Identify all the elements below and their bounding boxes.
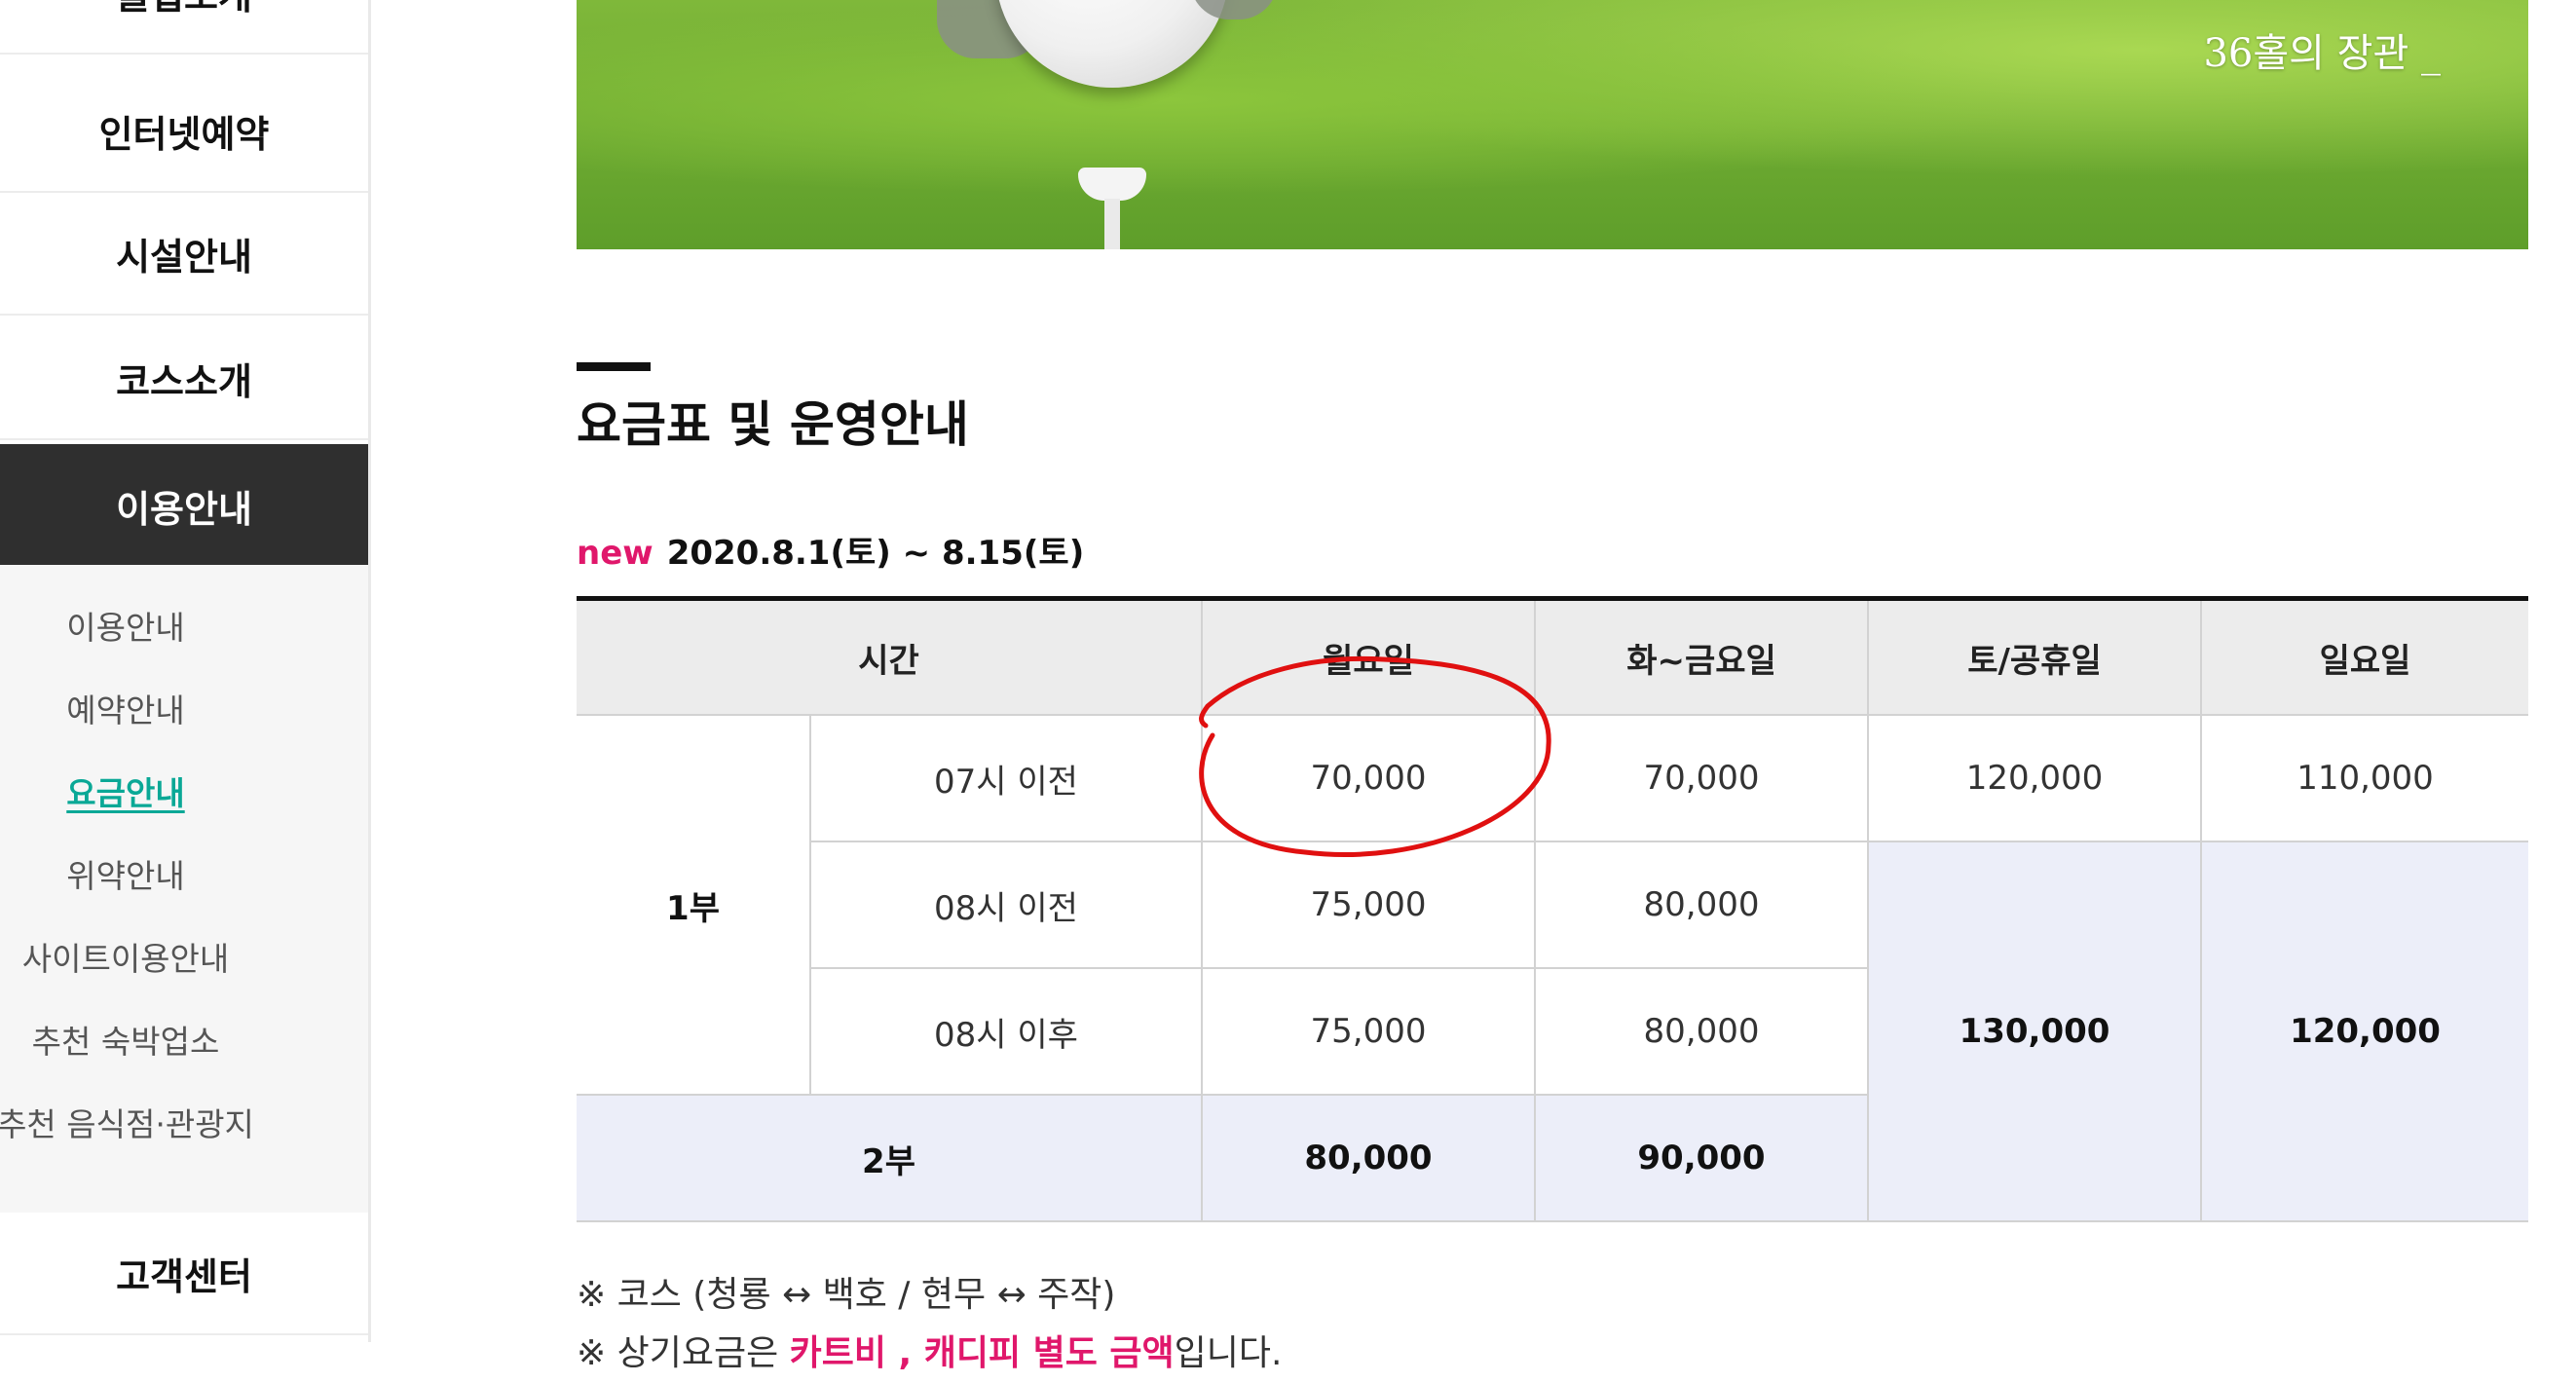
table-row: 08시 이전 75,000 80,000 130,000 120,000 bbox=[577, 841, 2528, 1222]
submenu-reservation-guide[interactable]: 예약안내 bbox=[0, 679, 251, 737]
note-prefix: ※ 상기요금은 bbox=[577, 1333, 790, 1373]
header-tue-fri: 화~금요일 bbox=[1534, 598, 1869, 716]
part1-label: 1부 bbox=[577, 714, 811, 1096]
tee-stem bbox=[1104, 199, 1120, 249]
banner-tagline: 36홀의 장관 _ bbox=[2203, 31, 2441, 76]
note-extra-fees: ※ 상기요금은 카트비 , 캐디피 별도 금액입니다. bbox=[577, 1325, 1282, 1383]
sidebar: 클럽소개 인터넷예약 시설안내 코스소개 이용안내 이용안내 예약안내 요금안내… bbox=[0, 0, 368, 1342]
sidebar-divider bbox=[368, 0, 371, 1342]
fee-cell: 80,000 bbox=[1534, 841, 1869, 969]
submenu-recommended-restaurants[interactable]: 추천 음식점·관광지 bbox=[0, 1093, 254, 1151]
fee-table: 시간 월요일 화~금요일 토/공휴일 일요일 1부 07시 이전 70,000 … bbox=[577, 596, 2528, 1222]
note-course: ※ 코스 (청룡 ↔ 백호 / 현무 ↔ 주작) bbox=[577, 1275, 1116, 1315]
fee-cell: 75,000 bbox=[1201, 967, 1536, 1096]
note-suffix: 입니다. bbox=[1174, 1333, 1283, 1373]
golf-ball-image bbox=[995, 0, 1229, 88]
page-title: 요금표 및 운영안내 bbox=[577, 396, 969, 453]
fee-cell: 90,000 bbox=[1534, 1094, 1868, 1222]
heading-accent-bar bbox=[577, 362, 651, 371]
fee-cell: 75,000 bbox=[1201, 841, 1536, 969]
submenu-fee-guide[interactable]: 요금안내 bbox=[0, 762, 251, 820]
menu-facility-guide[interactable]: 시설안내 bbox=[0, 193, 368, 316]
hero-banner: 36홀의 장관 _ bbox=[577, 0, 2528, 249]
menu-customer-center[interactable]: 고객센터 bbox=[0, 1213, 368, 1335]
fee-cell: 80,000 bbox=[1534, 967, 1868, 1096]
fee-cell: 110,000 bbox=[2200, 714, 2528, 842]
submenu-penalty-guide[interactable]: 위약안내 bbox=[0, 844, 251, 903]
part2-label: 2부 bbox=[577, 1094, 1203, 1222]
time-cell: 07시 이전 bbox=[809, 714, 1203, 842]
fee-cell: 70,000 bbox=[1534, 714, 1869, 842]
table-row: 1부 07시 이전 70,000 70,000 120,000 110,000 bbox=[577, 714, 2528, 1096]
submenu-usage-guide[interactable]: 이용안내 bbox=[0, 596, 251, 654]
submenu-site-guide[interactable]: 사이트이용안내 bbox=[0, 927, 251, 986]
submenu-recommended-lodging[interactable]: 추천 숙박업소 bbox=[0, 1010, 251, 1068]
weekend-merged-fee: 130,000 bbox=[1867, 841, 2202, 1222]
note-highlight: 카트비 , 캐디피 별도 금액 bbox=[789, 1333, 1175, 1373]
period-label: new 2020.8.1(토) ~ 8.15(토) bbox=[577, 526, 1084, 574]
new-badge: new bbox=[577, 534, 653, 573]
header-sunday: 일요일 bbox=[2200, 598, 2528, 716]
sunday-merged-fee: 120,000 bbox=[2200, 841, 2528, 1222]
fee-cell: 120,000 bbox=[1867, 714, 2202, 842]
fee-cell: 80,000 bbox=[1201, 1094, 1536, 1222]
tee-cup bbox=[1078, 168, 1146, 201]
time-cell: 08시 이전 bbox=[810, 841, 1203, 969]
menu-club-intro[interactable]: 클럽소개 bbox=[0, 0, 368, 55]
menu-usage-guide[interactable]: 이용안내 bbox=[0, 444, 368, 567]
golf-tee-image bbox=[1078, 168, 1146, 249]
header-time: 시간 bbox=[577, 598, 1203, 716]
menu-internet-reservation[interactable]: 인터넷예약 bbox=[0, 70, 368, 193]
header-sat-holiday: 토/공휴일 bbox=[1867, 598, 2202, 716]
time-cell: 08시 이후 bbox=[810, 967, 1203, 1096]
menu-course-intro[interactable]: 코스소개 bbox=[0, 318, 368, 440]
period-range: 2020.8.1(토) ~ 8.15(토) bbox=[666, 534, 1085, 573]
submenu-panel: 이용안내 예약안내 요금안내 위약안내 사이트이용안내 추천 숙박업소 추천 음… bbox=[0, 565, 368, 1213]
table-header-row: 시간 월요일 화~금요일 토/공휴일 일요일 bbox=[577, 598, 2528, 716]
fee-cell: 70,000 bbox=[1201, 714, 1536, 842]
fee-notes: ※ 코스 (청룡 ↔ 백호 / 현무 ↔ 주작) ※ 상기요금은 카트비 , 캐… bbox=[577, 1266, 1282, 1383]
header-monday: 월요일 bbox=[1201, 598, 1536, 716]
